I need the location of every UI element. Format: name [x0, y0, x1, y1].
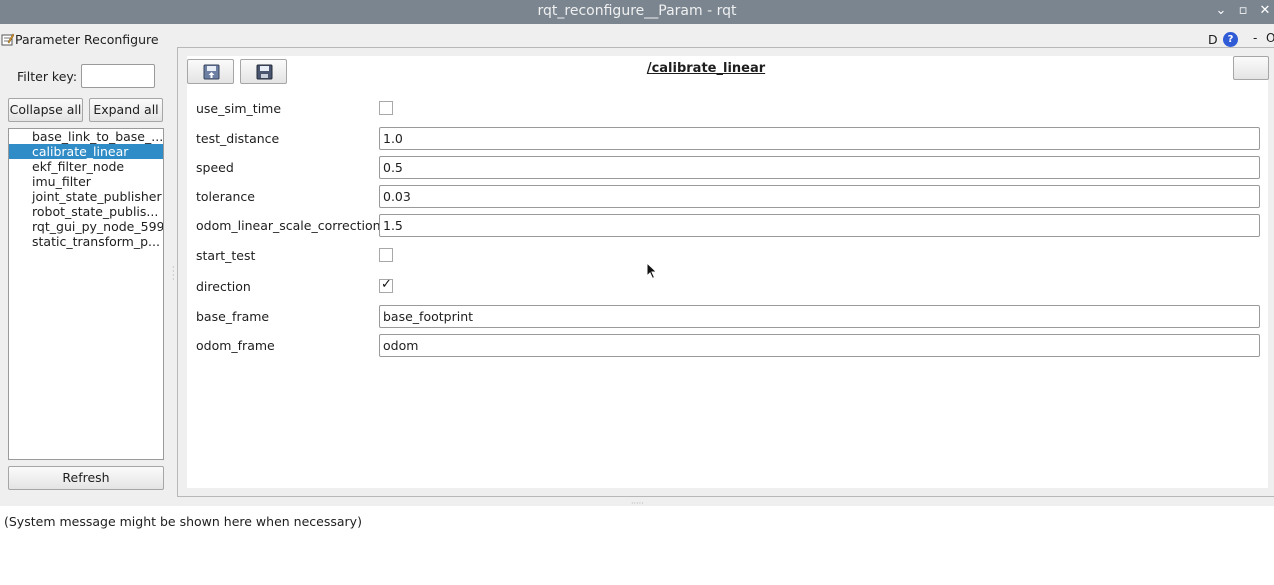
speed-input[interactable]: 0.5 [379, 156, 1260, 179]
test-distance-input[interactable]: 1.0 [379, 127, 1260, 150]
start-test-checkbox[interactable] [379, 248, 393, 262]
vertical-splitter-handle[interactable]: · · · · [172, 264, 176, 284]
odom-linear-scale-correction-input[interactable]: 1.5 [379, 214, 1260, 237]
tolerance-input[interactable]: 0.03 [379, 185, 1260, 208]
param-label-odom-linear-scale-correction: odom_linear_scale_correction [196, 218, 381, 233]
node-item-ekf-filter-node[interactable]: ekf_filter_node [9, 159, 163, 174]
load-icon [203, 64, 220, 80]
node-item-base-link-to-base[interactable]: base_link_to_base_... [9, 129, 163, 144]
param-label-speed: speed [196, 160, 234, 175]
param-label-test-distance: test_distance [196, 131, 280, 146]
maximize-icon[interactable]: ▫ [1235, 3, 1251, 19]
param-label-direction: direction [196, 279, 251, 294]
window-titlebar: rqt_reconfigure__Param - rqt ⌄ ▫ ✕ [0, 0, 1274, 24]
node-item-static-transform[interactable]: static_transform_p... [9, 234, 163, 249]
save-button[interactable] [240, 59, 287, 84]
node-tree[interactable]: base_link_to_base_... calibrate_linear e… [8, 128, 164, 460]
param-label-tolerance: tolerance [196, 189, 255, 204]
param-label-odom-frame: odom_frame [196, 338, 275, 353]
base-frame-input[interactable]: base_footprint [379, 305, 1260, 328]
plugin-edit-icon [1, 33, 14, 46]
param-label-start-test: start_test [196, 248, 256, 263]
use-sim-time-checkbox[interactable] [379, 101, 393, 115]
dock-d-button[interactable]: D [1208, 32, 1218, 47]
node-item-robot-state-publisher[interactable]: robot_state_publis... [9, 204, 163, 219]
help-icon[interactable]: ? [1223, 32, 1238, 47]
node-item-calibrate-linear[interactable]: calibrate_linear [9, 144, 163, 159]
odom-frame-input[interactable]: odom [379, 334, 1260, 357]
checkmark-icon: ✓ [381, 277, 392, 292]
save-icon [256, 64, 273, 80]
mouse-pointer-icon [646, 262, 658, 280]
status-message: (System message might be shown here when… [4, 514, 362, 529]
editor-panel [187, 56, 1268, 488]
expand-all-button[interactable]: Expand all [89, 98, 163, 122]
node-title: /calibrate_linear [646, 61, 766, 76]
dock-options-button[interactable]: O [1266, 31, 1274, 45]
minimize-icon[interactable]: ⌄ [1213, 3, 1229, 19]
node-item-joint-state-publisher[interactable]: joint_state_publisher [9, 189, 163, 204]
node-item-rqt-gui-py-node[interactable]: rqt_gui_py_node_599 [9, 219, 163, 234]
direction-checkbox[interactable]: ✓ [379, 277, 393, 293]
param-label-base-frame: base_frame [196, 309, 270, 324]
filter-key-input[interactable] [81, 64, 155, 88]
collapse-all-button[interactable]: Collapse all [8, 98, 83, 122]
load-button[interactable] [187, 59, 234, 84]
dock-minimize-button[interactable]: - [1253, 31, 1257, 45]
refresh-button[interactable]: Refresh [8, 466, 164, 490]
close-window-icon[interactable]: ✕ [1257, 3, 1273, 19]
param-label-use-sim-time: use_sim_time [196, 101, 282, 116]
status-area: (System message might be shown here when… [0, 506, 1274, 585]
node-item-imu-filter[interactable]: imu_filter [9, 174, 163, 189]
filter-key-label: Filter key: [17, 69, 78, 84]
close-node-button[interactable] [1233, 56, 1269, 80]
window-title: rqt_reconfigure__Param - rqt [537, 3, 737, 19]
dock-title: Parameter Reconfigure [15, 32, 159, 47]
